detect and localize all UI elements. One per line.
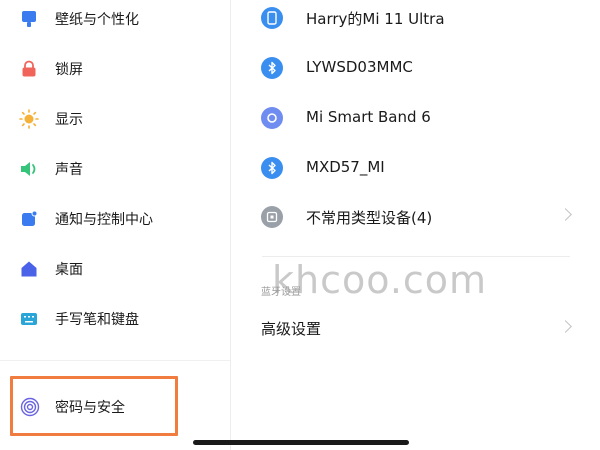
chevron-right-icon xyxy=(559,320,572,333)
sidebar-divider xyxy=(0,360,230,361)
device-row-lywsd03mmc[interactable]: LYWSD03MMC xyxy=(231,45,600,91)
keyboard-icon xyxy=(19,309,39,329)
home-icon xyxy=(19,259,39,279)
sidebar-item-display[interactable]: 显示 xyxy=(0,96,230,142)
sidebar-item-label: 壁纸与个性化 xyxy=(55,12,139,28)
lock-icon xyxy=(19,59,39,79)
sidebar-item-label: 锁屏 xyxy=(55,62,83,78)
band-icon xyxy=(261,107,283,129)
section-divider xyxy=(262,256,570,257)
device-name: 不常用类型设备(4) xyxy=(306,209,433,227)
watermark: khcoo.com xyxy=(272,258,488,302)
wallpaper-icon xyxy=(19,9,39,29)
sidebar-item-sound[interactable]: 声音 xyxy=(0,146,230,192)
device-name: MXD57_MI xyxy=(306,158,385,176)
section-label: 蓝牙设置 xyxy=(261,287,301,298)
device-row-phone[interactable]: Harry的Mi 11 Ultra xyxy=(231,0,600,41)
speaker-icon xyxy=(19,159,39,179)
home-indicator[interactable] xyxy=(193,440,409,445)
notification-icon xyxy=(19,209,39,229)
sidebar-item-desktop[interactable]: 桌面 xyxy=(0,246,230,292)
phone-icon xyxy=(261,7,283,29)
device-row-uncommon[interactable]: 不常用类型设备(4) xyxy=(231,194,600,240)
advanced-settings-label: 高级设置 xyxy=(261,320,322,338)
highlight-box xyxy=(10,376,178,436)
sidebar-item-label: 声音 xyxy=(55,162,83,178)
bluetooth-icon xyxy=(261,57,283,79)
sidebar-item-label: 通知与控制中心 xyxy=(55,212,153,228)
bluetooth-device-list: Harry的Mi 11 Ultra LYWSD03MMC Mi Smart Ba… xyxy=(231,0,600,450)
chevron-right-icon xyxy=(559,208,572,221)
device-name: Harry的Mi 11 Ultra xyxy=(306,10,445,28)
sidebar-item-label: 显示 xyxy=(55,112,83,128)
sidebar-item-wallpaper[interactable]: 壁纸与个性化 xyxy=(0,0,230,42)
sidebar-item-lockscreen[interactable]: 锁屏 xyxy=(0,46,230,92)
settings-sidebar: 壁纸与个性化 锁屏 显示 声音 通知与控制中心 桌面 手写笔和键盘 密码与安全 xyxy=(0,0,231,450)
device-row-smart-band[interactable]: Mi Smart Band 6 xyxy=(231,95,600,141)
sidebar-item-notifications[interactable]: 通知与控制中心 xyxy=(0,196,230,242)
sidebar-item-label: 桌面 xyxy=(55,262,83,278)
bluetooth-icon xyxy=(261,157,283,179)
device-name: LYWSD03MMC xyxy=(306,58,413,76)
device-name: Mi Smart Band 6 xyxy=(306,108,431,126)
sidebar-item-label: 手写笔和键盘 xyxy=(55,312,139,328)
sun-icon xyxy=(19,109,39,129)
device-row-mxd57[interactable]: MXD57_MI xyxy=(231,145,600,191)
sidebar-item-stylus-keyboard[interactable]: 手写笔和键盘 xyxy=(0,296,230,342)
advanced-settings-row[interactable]: 高级设置 xyxy=(231,304,600,350)
device-icon xyxy=(261,206,283,228)
